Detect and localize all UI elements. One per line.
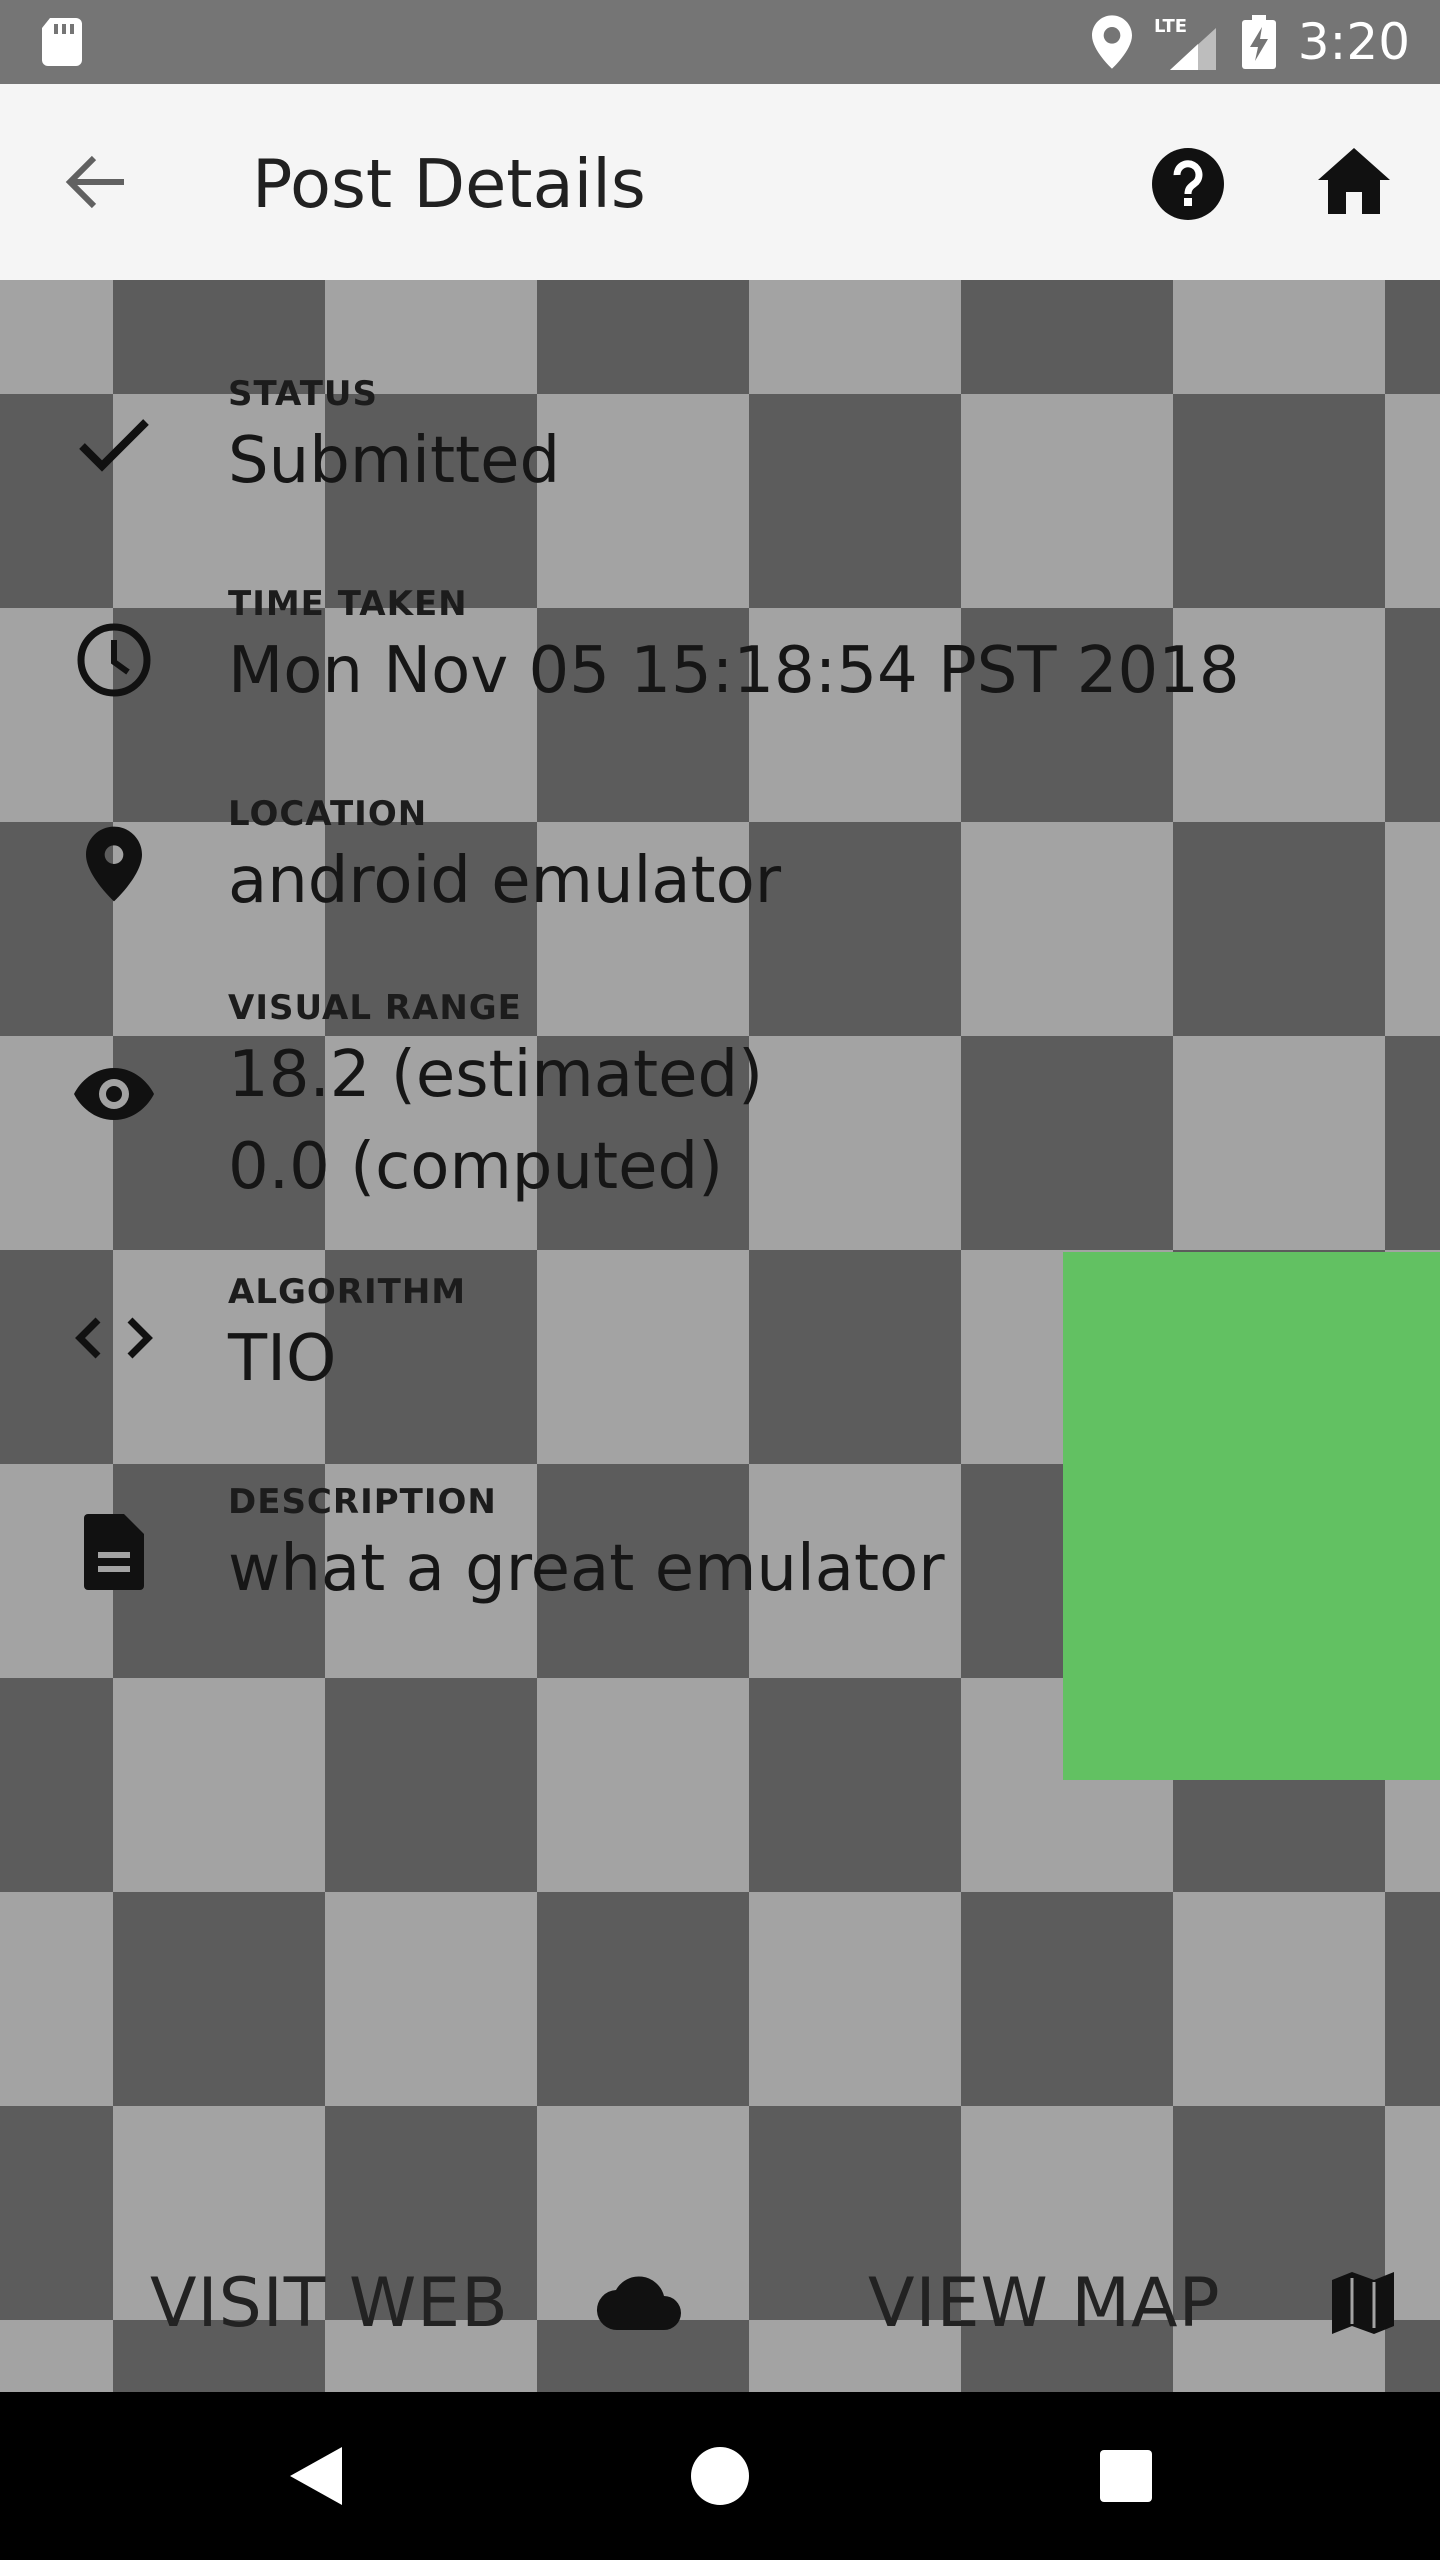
detail-label: ALGORITHM [228,1272,467,1312]
detail-row-algorithm: ALGORITHM TIO [0,1272,1200,1412]
help-icon [1152,148,1224,220]
detail-label: LOCATION [228,794,428,834]
detail-value: Mon Nov 05 15:18:54 PST 2018 [228,634,1240,708]
home-icon [1318,148,1390,214]
battery-charging-icon [1241,15,1276,69]
clock-time: 3:20 [1297,13,1410,71]
status-bar: LTE 3:20 [0,0,1440,84]
cloud-icon[interactable] [596,2272,684,2337]
detail-value-estimated: 18.2 (estimated) [228,1038,764,1112]
app-bar: Post Details [0,84,1440,280]
detail-value: Submitted [228,424,561,498]
nav-recents-icon [1100,2450,1152,2502]
nav-recents-button[interactable] [1086,2436,1166,2516]
detail-row-time-taken: TIME TAKEN Mon Nov 05 15:18:54 PST 2018 [0,584,1240,724]
detail-label: TIME TAKEN [228,584,468,624]
help-button[interactable] [1150,146,1226,222]
detail-label: STATUS [228,374,379,414]
detail-row-description: DESCRIPTION what a great emulator [0,1482,1200,1622]
post-details-screen: LTE 3:20 Post Details STATUS Submitted T… [0,0,1440,2560]
detail-row-status: STATUS Submitted [0,374,1200,514]
detail-row-location: LOCATION android emulator [0,794,1200,934]
code-icon [66,1290,162,1386]
detail-value-computed: 0.0 (computed) [228,1130,724,1204]
nav-back-button[interactable] [276,2436,356,2516]
detail-label: VISUAL RANGE [228,988,522,1028]
page-title: Post Details [252,145,646,223]
back-button[interactable] [60,146,132,218]
location-status-icon [1091,15,1132,69]
eye-icon [66,1046,162,1142]
system-navigation-bar [0,2392,1440,2560]
view-map-button[interactable]: VIEW MAP [868,2264,1221,2343]
back-arrow-icon [65,155,124,209]
network-type-label: LTE [1154,16,1187,37]
check-icon [66,396,162,492]
nav-home-icon [691,2447,749,2505]
detail-label: DESCRIPTION [228,1482,497,1522]
detail-value: android emulator [228,844,782,918]
detail-row-visual-range: VISUAL RANGE 18.2 (estimated) 0.0 (compu… [0,988,1200,1208]
home-button[interactable] [1316,146,1396,222]
nav-back-icon [290,2447,342,2505]
clock-icon [66,612,162,708]
post-image-background: STATUS Submitted TIME TAKEN Mon Nov 05 1… [0,280,1440,2392]
detail-value: TIO [228,1322,337,1396]
lte-signal-icon: LTE [1154,14,1220,70]
detail-value: what a great emulator [228,1532,945,1606]
visit-web-button[interactable]: VISIT WEB [150,2264,509,2343]
document-icon [66,1504,162,1600]
sd-card-icon [40,18,84,71]
nav-home-button[interactable] [680,2436,760,2516]
location-pin-icon [66,816,162,912]
map-icon[interactable] [1330,2270,1396,2341]
